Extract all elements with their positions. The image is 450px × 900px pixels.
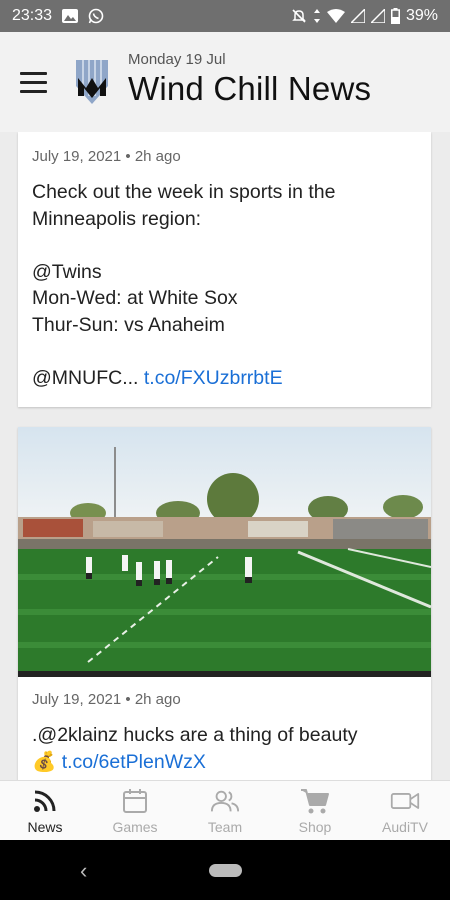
wifi-icon	[326, 9, 345, 23]
signal-icon	[350, 9, 365, 23]
post-link[interactable]: t.co/FXUzbrrbtE	[144, 367, 283, 389]
cart-icon	[300, 787, 330, 815]
money-bag-emoji: 💰	[32, 750, 57, 773]
nav-item-games[interactable]: Games	[90, 781, 180, 840]
video-camera-icon	[390, 787, 420, 815]
calendar-icon	[120, 787, 150, 815]
post-text: Check out the week in sports in the Minn…	[32, 179, 417, 391]
app-header: Monday 19 Jul Wind Chill News	[0, 32, 450, 132]
nav-item-auditv[interactable]: AudiTV	[360, 781, 450, 840]
post-body: Check out the week in sports in the Minn…	[32, 181, 336, 389]
post-meta: July 19, 2021 • 2h ago	[32, 148, 181, 165]
post-body: .@2klainz hucks are a thing of beauty	[32, 724, 358, 746]
status-time: 23:33	[12, 7, 53, 24]
data-arrows-icon	[313, 8, 321, 24]
system-nav-bar: ‹	[0, 840, 450, 900]
nav-item-team[interactable]: Team	[180, 781, 270, 840]
home-pill[interactable]	[209, 864, 242, 877]
news-feed[interactable]: July 19, 2021 • 2h ago Check out the wee…	[0, 132, 450, 780]
post-link[interactable]: t.co/6etPlenWzX	[62, 751, 206, 773]
post-card[interactable]: July 19, 2021 • 2h ago .@2klainz hucks a…	[18, 427, 431, 780]
bottom-nav: News Games Team Shop AudiTV	[0, 780, 450, 840]
hamburger-icon	[20, 71, 47, 75]
back-chevron-icon[interactable]: ‹	[80, 858, 87, 884]
menu-button[interactable]	[20, 67, 50, 97]
rss-icon	[30, 787, 60, 815]
nav-label: Shop	[298, 818, 332, 835]
whatsapp-icon	[88, 8, 104, 24]
battery-percent: 39%	[405, 7, 438, 24]
nav-item-shop[interactable]: Shop	[270, 781, 360, 840]
post-meta: July 19, 2021 • 2h ago	[32, 691, 181, 708]
image-icon	[62, 9, 79, 23]
status-bar: 23:33 39%	[0, 0, 450, 32]
mute-icon	[291, 8, 307, 24]
post-text: .@2klainz hucks are a thing of beauty 💰 t…	[32, 722, 417, 775]
nav-label: Games	[112, 818, 158, 835]
team-logo	[76, 60, 108, 104]
nav-label: AudiTV	[382, 818, 428, 835]
nav-label: News	[27, 818, 63, 835]
post-photo[interactable]	[18, 427, 431, 677]
app-title: Wind Chill News	[128, 69, 372, 107]
battery-icon	[390, 8, 400, 24]
header-date: Monday 19 Jul	[128, 50, 226, 68]
people-icon	[210, 787, 240, 815]
signal-icon-2	[370, 9, 385, 23]
post-card[interactable]: July 19, 2021 • 2h ago Check out the wee…	[18, 132, 431, 407]
nav-item-news[interactable]: News	[0, 781, 90, 840]
nav-label: Team	[207, 818, 243, 835]
